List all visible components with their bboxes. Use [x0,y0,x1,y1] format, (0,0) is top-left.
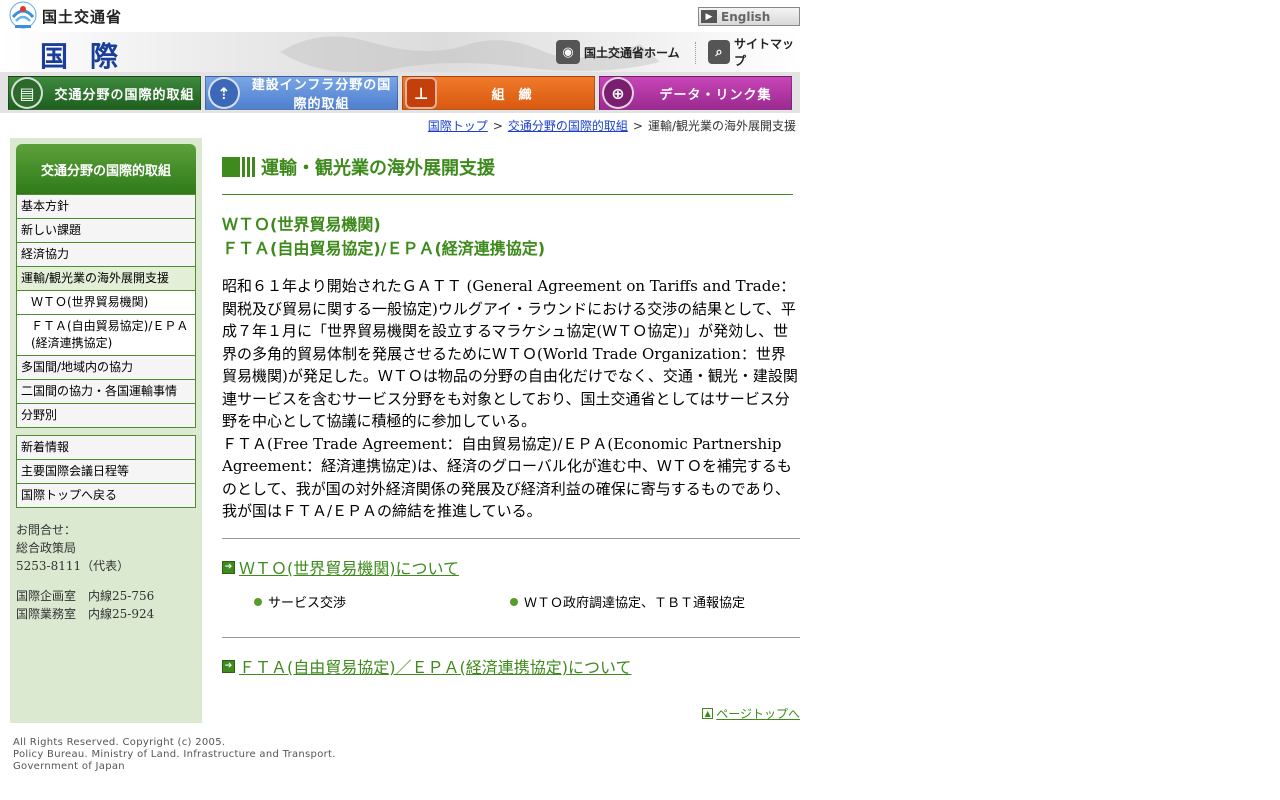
tab-infra[interactable]: ⇡ 建設インフラ分野の国際的取組 [205,76,398,112]
sidebar-item-overseas-support[interactable]: 運輸/観光業の海外展開支援 [17,267,195,290]
sidebar-item-economic-cooperation[interactable]: 経済協力 [17,243,195,266]
tab-org[interactable]: ⊥ 組織 [402,76,595,110]
section-banner: 国際 ◉ 国土交通省ホーム ⌕ サイトマップ [0,32,800,72]
sidebar-item-fta-epa[interactable]: ＦＴＡ(自由貿易協定)/ＥＰＡ(経済連携協定) [17,315,195,355]
intro-paragraph-2: ＦＴＡ(Free Trade Agreement：自由貿易協定)/ＥＰＡ(Eco… [222,434,792,521]
footer-copyright: All Rights Reserved. Copyright (c) 2005. [13,737,226,748]
page-title: 運輸・観光業の海外展開支援 [261,158,495,179]
footer-government: Government of Japan [13,761,125,772]
tab-infra-label: 建設インフラ分野の国際的取組 [251,78,392,112]
main-nav: ▤ 交通分野の国際的取組 ⇡ 建設インフラ分野の国際的取組 ⊥ 組織 ⊕ データ… [0,72,800,113]
page-top-label[interactable]: ページトップへ [716,705,800,722]
mlit-home-icon: ◉ [556,40,580,64]
arrow-up-icon: ▲ [702,708,714,719]
arrow-right-icon: ➔ [222,560,235,574]
wto-item-service-negotiation[interactable]: サービス交渉 [254,592,346,611]
wto-link[interactable]: ＷＴＯ(世界貿易機関)について [239,555,459,579]
globe-icon: ⊕ [602,77,634,109]
contact-info: お問合せ： 総合政策局 5253-8111（代表） 国際企画室 内線25-756… [16,521,154,623]
page-top-link[interactable]: ▲ ページトップへ [702,705,800,722]
subheading: ＷＴＯ(世界貿易機関) ＦＴＡ(自由貿易協定)/ＥＰＡ(経済連携協定) [222,213,545,261]
sidebar-item-back-top[interactable]: 国際トップへ戻る [17,484,195,507]
sidebar-item-bilateral[interactable]: 二国間の協力・各国運輸事情 [17,380,195,403]
breadcrumb-current: 運輸/観光業の海外展開支援 [647,119,796,133]
breadcrumb-intl-top[interactable]: 国際トップ [428,119,488,133]
section-divider [222,538,800,539]
magnifier-icon: ⌕ [708,40,730,64]
section-title: 国際 [40,40,141,72]
sidebar-item-new-issues[interactable]: 新しい課題 [17,219,195,242]
bullet-dot-icon [510,597,518,606]
breadcrumb: 国際トップ > 交通分野の国際的取組 > 運輸/観光業の海外展開支援 [0,117,796,134]
footer-bureau: Policy Bureau. Ministry of Land. Infrast… [13,749,336,760]
mlit-logo-icon[interactable] [9,1,37,31]
breadcrumb-transport[interactable]: 交通分野の国際的取組 [508,119,628,133]
sidebar-item-wto[interactable]: ＷＴＯ(世界貿易機関) [17,291,195,314]
fta-section-link: ➔ ＦＴＡ(自由貿易協定)／ＥＰＡ(経済連携協定)について [222,654,632,678]
sidebar: 交通分野の国際的取組 基本方針 新しい課題 経済協力 運輸/観光業の海外展開支援… [10,138,202,723]
contact-office-1: 国際企画室 内線25-756 [16,589,155,603]
tab-transport[interactable]: ▤ 交通分野の国際的取組 [8,76,201,110]
header-divider [695,42,696,64]
wto-item-procurement-tbt[interactable]: ＷＴＯ政府調達協定、ＴＢＴ通報協定 [510,592,745,611]
tab-data[interactable]: ⊕ データ・リンク集 [599,76,792,110]
fta-epa-link[interactable]: ＦＴＡ(自由貿易協定)／ＥＰＡ(経済連携協定)について [239,654,632,678]
wto-section-link: ➔ ＷＴＯ(世界貿易機関)について [222,555,459,579]
sidebar-item-news[interactable]: 新着情報 [17,436,195,459]
sidebar-header[interactable]: 交通分野の国際的取組 [16,144,196,194]
english-label: English [721,9,771,24]
mlit-home-label: 国土交通省ホーム [584,45,680,60]
breadcrumb-separator: > [492,119,503,133]
english-button[interactable]: ▶ English [698,7,800,26]
tab-data-label: データ・リンク集 [659,87,772,103]
sidebar-item-meetings[interactable]: 主要国際会議日程等 [17,460,195,483]
bullet-dot-icon [254,597,262,606]
contact-dept: 総合政策局 [16,541,77,555]
footer: All Rights Reserved. Copyright (c) 2005.… [13,737,336,773]
page-title-wrap: 運輸・観光業の海外展開支援 [222,153,495,181]
wto-item-label: サービス交渉 [268,596,347,611]
arrow-right-icon: ▶ [701,10,717,23]
sidebar-menu: 基本方針 新しい課題 経済協力 運輸/観光業の海外展開支援 ＷＴＯ(世界貿易機関… [16,194,196,428]
contact-phone: 5253-8111（代表） [16,559,130,573]
tab-transport-label: 交通分野の国際的取組 [54,87,195,103]
subheading-fta-epa: ＦＴＡ(自由貿易協定)/ＥＰＡ(経済連携協定) [222,239,546,258]
train-icon: ▤ [11,77,43,109]
contact-office-2: 国際業務室 内線25-924 [16,607,155,621]
tab-org-label: 組織 [491,87,546,103]
contact-label: お問合せ： [16,523,77,537]
intro-text: 昭和６１年より開始されたＧＡＴＴ (General Agreement on T… [222,275,800,523]
sidebar-item-multilateral[interactable]: 多国間/地域内の協力 [17,356,195,379]
breadcrumb-separator: > [632,119,643,133]
wto-item-label: ＷＴＯ政府調達協定、ＴＢＴ通報協定 [524,596,746,611]
intro-paragraph-1: 昭和６１年より開始されたＧＡＴＴ (General Agreement on T… [222,277,798,430]
section-divider [222,637,800,638]
sidebar-item-basic-policy[interactable]: 基本方針 [17,195,195,218]
logo-bar: 国土交通省 ▶ English [0,0,800,32]
sitemap-link[interactable]: ⌕ サイトマップ [708,37,800,68]
sidebar-menu-secondary: 新着情報 主要国際会議日程等 国際トップへ戻る [16,435,196,508]
sidebar-item-by-field[interactable]: 分野別 [17,404,195,427]
subheading-wto: ＷＴＯ(世界貿易機関) [222,215,381,234]
org-chart-icon: ⊥ [405,77,437,109]
road-icon: ⇡ [208,77,240,109]
sitemap-label: サイトマップ [734,37,795,68]
logo-text[interactable]: 国土交通省 [42,6,122,27]
arrow-right-icon: ➔ [222,659,235,673]
mlit-home-link[interactable]: ◉ 国土交通省ホーム [556,40,680,64]
title-divider [222,194,793,195]
title-bar-icon [222,157,255,177]
